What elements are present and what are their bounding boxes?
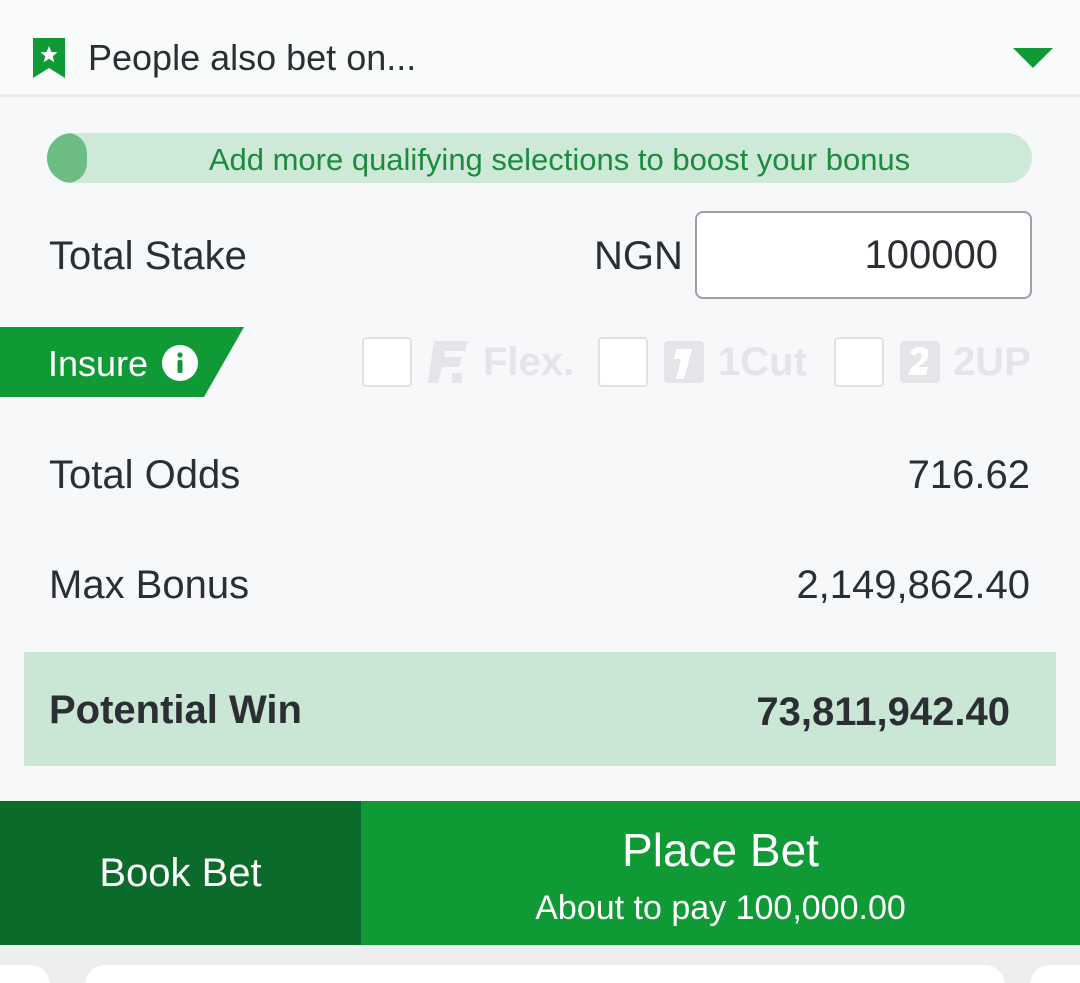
two-up-label: 2UP [953,340,1031,384]
two-up-checkbox[interactable] [834,337,884,387]
caret-down-icon[interactable] [1013,48,1053,68]
betslip-panel: People also bet on... Add more qualifyin… [0,0,1080,983]
total-odds-label: Total Odds [49,453,241,497]
bottom-pill-right[interactable] [1030,965,1080,983]
flex-label: Flex. [483,340,575,384]
place-bet-label: Place Bet [622,824,819,876]
total-stake-label: Total Stake [49,234,247,278]
bottom-pill-center[interactable] [85,965,1005,983]
bonus-banner-text: Add more qualifying selections to boost … [208,142,911,177]
two-up-icon [900,341,940,383]
max-bonus-value: 2,149,862.40 [796,563,1030,607]
bottom-pill-left[interactable] [0,965,50,983]
place-bet-button[interactable]: Place Bet About to pay 100,000.00 [361,801,1080,945]
bookmark-star-icon [33,38,65,78]
insure-label: Insure [48,343,149,384]
stake-input[interactable] [695,211,1032,299]
potential-win-label: Potential Win [49,688,302,732]
one-cut-label: 1Cut [718,340,807,384]
potential-win-value: 73,811,942.40 [756,690,1010,734]
one-cut-checkbox[interactable] [598,337,648,387]
people-also-bet-header[interactable]: People also bet on... [0,0,1080,97]
max-bonus-label: Max Bonus [49,563,250,607]
flex-icon [428,341,468,383]
one-cut-icon [664,341,704,383]
book-bet-button[interactable]: Book Bet [0,801,361,945]
info-icon[interactable] [162,345,198,381]
bonus-progress-banner: Add more qualifying selections to boost … [47,133,1032,183]
currency-label: NGN [594,234,683,278]
bottom-strip [0,945,1080,983]
place-bet-amount: About to pay 100,000.00 [535,889,906,927]
total-odds-value: 716.62 [907,453,1030,497]
potential-win-row: Potential Win 73,811,942.40 [24,652,1056,766]
header-title: People also bet on... [88,37,417,78]
flex-checkbox[interactable] [362,337,412,387]
